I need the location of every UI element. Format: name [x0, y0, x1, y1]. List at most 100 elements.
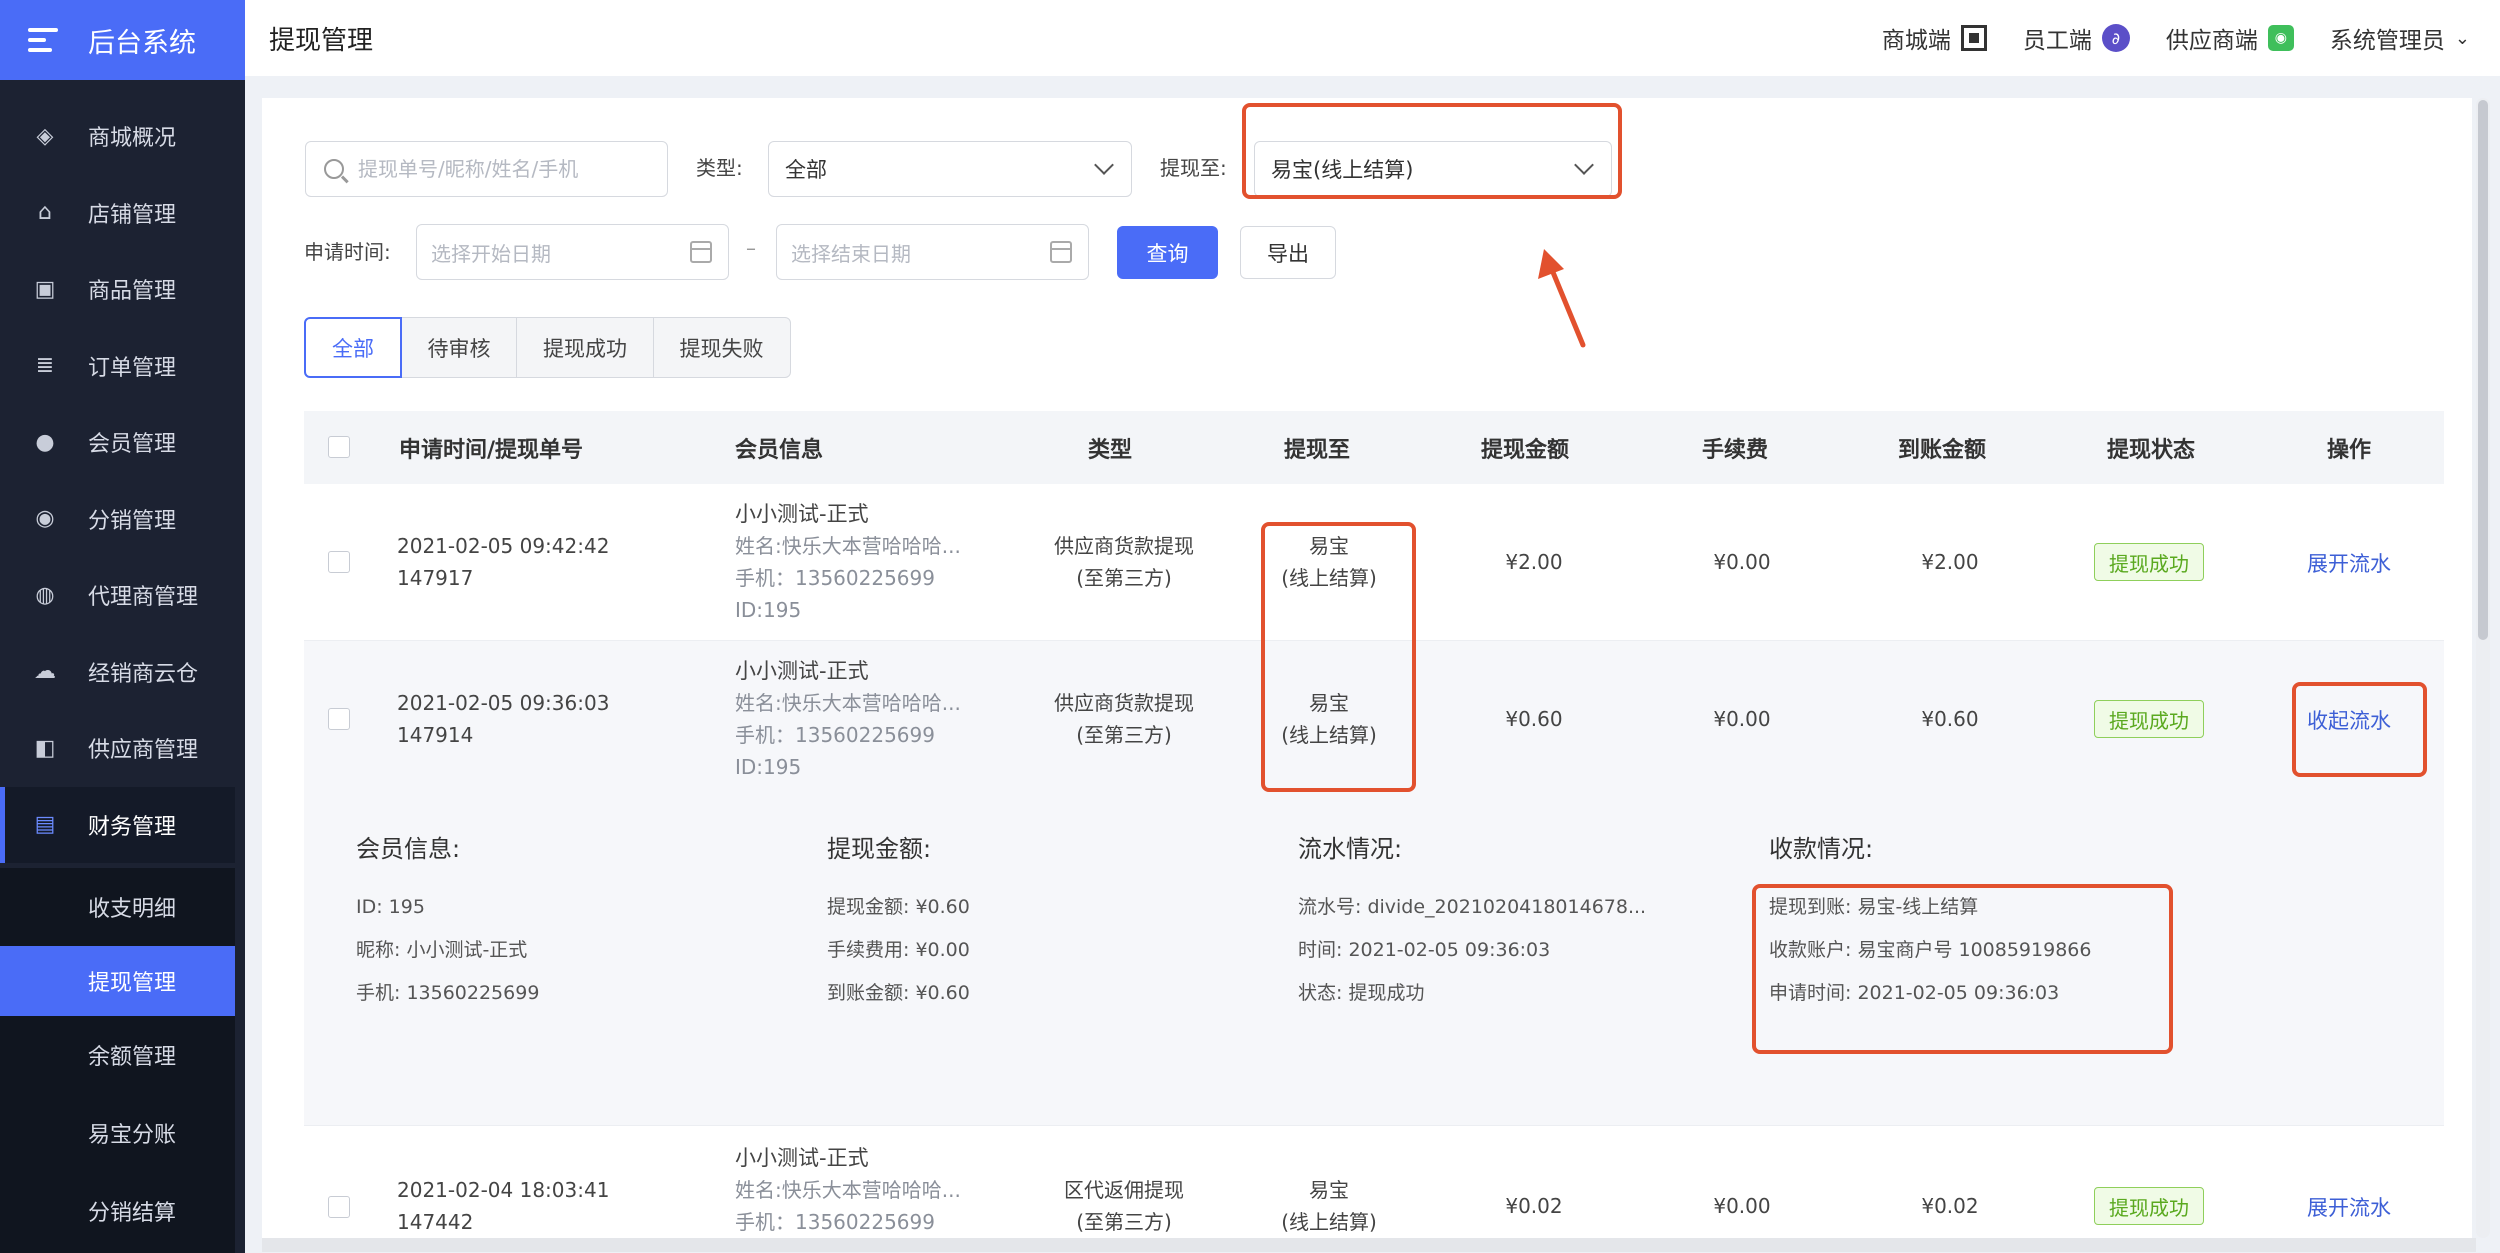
member-realname: 姓名:快乐大本营哈哈哈...: [735, 691, 961, 715]
detail-member-id: ID: 195: [356, 896, 425, 918]
page-title: 提现管理: [269, 25, 374, 56]
sidebar-item-store[interactable]: ⌂ 店铺管理: [0, 175, 235, 252]
chevron-down-icon: ⌄: [2454, 27, 2470, 49]
fee-cell: ¥0.00: [1713, 550, 1771, 574]
col-status: 提现状态: [2107, 437, 2196, 463]
withdraw-to-label: 提现至:: [1160, 156, 1227, 180]
topbar: 提现管理 商城端 员工端 ∂ 供应商端 ◉ 系统管理员 ⌄: [245, 0, 2500, 76]
expand-flow-link[interactable]: 展开流水: [2307, 1192, 2391, 1222]
type-select[interactable]: 全部: [768, 141, 1132, 197]
detail-member-title: 会员信息:: [356, 835, 461, 863]
sidebar-item-overview[interactable]: ◈ 商城概况: [0, 98, 235, 175]
menu-toggle-icon[interactable]: [28, 28, 58, 52]
submenu-income-expense[interactable]: 收支明细: [0, 868, 235, 946]
apply-time: 2021-02-04 18:03:41: [397, 1178, 610, 1202]
mall-link[interactable]: 商城端: [1882, 21, 1987, 55]
user-menu[interactable]: 系统管理员 ⌄: [2330, 21, 2470, 55]
supplier-mall-link[interactable]: 供应商端 ◉: [2166, 21, 2294, 55]
apply-time: 2021-02-05 09:36:03: [397, 691, 610, 715]
withdraw-to-line1: 易宝: [1309, 1178, 1349, 1202]
detail-member-phone: 手机: 13560225699: [356, 982, 540, 1004]
sidebar-item-agents[interactable]: ◍ 代理商管理: [0, 557, 235, 634]
select-all-checkbox[interactable]: [328, 436, 350, 458]
member-nickname: 小小测试-正式: [735, 1146, 869, 1170]
layers-icon: ◈: [36, 123, 54, 149]
export-button[interactable]: 导出: [1240, 226, 1336, 279]
basket-icon: ⌂: [38, 200, 52, 226]
sidebar-item-orders[interactable]: ≣ 订单管理: [0, 328, 235, 405]
tab-all[interactable]: 全部: [304, 317, 402, 378]
end-date-picker[interactable]: 选择结束日期: [776, 224, 1089, 280]
tab-success[interactable]: 提现成功: [516, 317, 654, 378]
member-cell: 小小测试-正式 姓名:快乐大本营哈哈哈... 手机：13560225699: [735, 1142, 961, 1238]
supplier-link-label: 供应商端: [2165, 28, 2258, 54]
sidebar-item-products[interactable]: ▣ 商品管理: [0, 251, 235, 328]
col-fee: 手续费: [1702, 437, 1769, 463]
query-button[interactable]: 查询: [1117, 226, 1218, 279]
member-id: ID:195: [735, 755, 802, 779]
row-checkbox[interactable]: [328, 551, 350, 573]
submenu-withdrawals[interactable]: 提现管理: [0, 946, 235, 1016]
row-checkbox[interactable]: [328, 1196, 350, 1218]
type-cell: 供应商货款提现 (至第三方): [1024, 530, 1224, 594]
status-badge: 提现成功: [2094, 543, 2204, 581]
start-date-picker[interactable]: 选择开始日期: [416, 224, 729, 280]
app-title: 后台系统: [88, 27, 196, 59]
date-range-dash: –: [746, 236, 756, 260]
tab-pending[interactable]: 待审核: [400, 317, 518, 378]
expand-flow-link[interactable]: 展开流水: [2307, 548, 2391, 578]
submenu-yeepay-split[interactable]: 易宝分账: [0, 1094, 235, 1172]
staff-link-label: 员工端: [2022, 28, 2092, 54]
detail-flow-no: 流水号: divide_2021020418014678...: [1298, 896, 1647, 918]
chevron-down-icon: [1094, 155, 1114, 175]
supplier-icon: ◉: [2267, 25, 2294, 51]
sidebar-item-suppliers[interactable]: ◧ 供应商管理: [0, 710, 235, 787]
search-field[interactable]: [358, 157, 658, 181]
member-phone: 手机：13560225699: [735, 723, 935, 747]
col-received: 到账金额: [1898, 437, 1987, 463]
sidebar-item-distribution[interactable]: ◉ 分销管理: [0, 481, 235, 558]
sidebar-item-label: 订单管理: [88, 355, 177, 381]
sidebar-scrollbar[interactable]: [235, 98, 245, 1253]
status-badge: 提现成功: [2094, 1187, 2204, 1225]
member-phone: 手机：13560225699: [735, 566, 935, 590]
detail-amount-value: 提现金额: ¥0.60: [827, 896, 970, 918]
mall-link-label: 商城端: [1881, 28, 1951, 54]
member-cell: 小小测试-正式 姓名:快乐大本营哈哈哈... 手机：13560225699 ID…: [735, 655, 961, 783]
col-time: 申请时间/提现单号: [399, 437, 584, 463]
sidebar-item-label: 财务管理: [88, 814, 177, 840]
sidebar-item-label: 分销管理: [88, 508, 177, 534]
member-nickname: 小小测试-正式: [735, 502, 869, 526]
submenu-distribution-settlement[interactable]: 分销结算: [0, 1172, 235, 1250]
sidebar-item-finance[interactable]: ▤ 财务管理: [0, 786, 235, 863]
detail-flow-status: 状态: 提现成功: [1298, 982, 1425, 1004]
topbar-links: 商城端 员工端 ∂ 供应商端 ◉ 系统管理员 ⌄: [1882, 0, 2470, 76]
calendar-icon: [690, 241, 712, 263]
row-checkbox[interactable]: [328, 708, 350, 730]
detail-member: ID: 195 昵称: 小小测试-正式 手机: 13560225699: [356, 886, 539, 1015]
staff-link[interactable]: 员工端 ∂: [2023, 21, 2130, 55]
detail-receipt-title: 收款情况:: [1769, 835, 1874, 863]
search-input[interactable]: [305, 141, 668, 197]
sidebar-item-label: 商品管理: [88, 279, 177, 305]
fee-cell: ¥0.00: [1713, 1194, 1771, 1218]
submenu-balance[interactable]: 余额管理: [0, 1016, 235, 1094]
tab-failed[interactable]: 提现失败: [652, 317, 791, 378]
end-date-placeholder: 选择结束日期: [791, 241, 911, 266]
document-icon: ≣: [35, 353, 55, 379]
sidebar-item-members[interactable]: ● 会员管理: [0, 404, 235, 481]
status-tabs: 全部 待审核 提现成功 提现失败: [304, 317, 791, 378]
sidebar-item-label: 商城概况: [88, 126, 177, 152]
type-line2: (至第三方): [1076, 1210, 1172, 1234]
withdraw-to-line2: (线上结算): [1281, 1210, 1377, 1234]
annotation-box-filter: [1242, 103, 1622, 199]
detail-fee-value: 手续费用: ¥0.00: [827, 939, 970, 961]
horizontal-scrollbar[interactable]: [262, 1238, 2476, 1252]
vertical-scrollbar-thumb[interactable]: [2478, 100, 2488, 640]
withdraw-to-cell: 易宝 (线上结算): [1259, 1174, 1399, 1238]
sidebar-item-label: 店铺管理: [88, 202, 177, 228]
annotation-box-receipt: [1752, 884, 2173, 1054]
col-withdraw-to: 提现至: [1284, 437, 1351, 463]
detail-member-nickname: 昵称: 小小测试-正式: [356, 939, 528, 961]
sidebar-item-dealer-cloud[interactable]: ☁ 经销商云仓: [0, 634, 235, 711]
